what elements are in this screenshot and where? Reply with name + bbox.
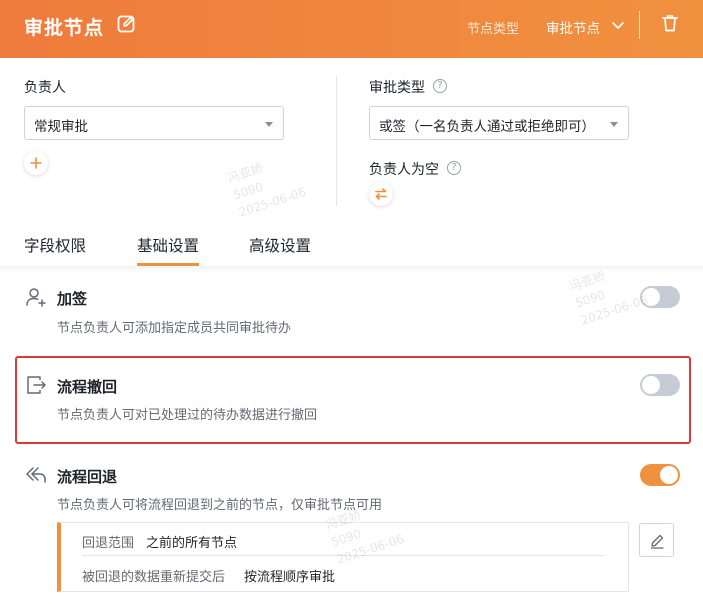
watermark: 冯亚娇 5090 2025-06-06: [225, 149, 308, 222]
empty-assignee-action-button[interactable]: [369, 182, 393, 206]
caret-down-icon: [610, 122, 618, 127]
node-type-dropdown[interactable]: 审批节点: [546, 17, 600, 37]
assignee-select-value: 常规审批: [34, 119, 88, 135]
toggle-knob: [660, 466, 678, 484]
setting-title-add-signer: 加签: [57, 290, 88, 308]
toggle-knob: [642, 288, 660, 306]
setting-title-rollback: 流程回退: [57, 468, 118, 486]
assignee-select[interactable]: 常规审批: [24, 106, 284, 140]
resubmit-label: 被回退的数据重新提交后: [82, 570, 226, 585]
watermark-name: 冯亚娇: [567, 268, 607, 294]
withdraw-icon: [27, 376, 46, 394]
watermark-id: 5090: [573, 287, 607, 311]
approval-type-label: 审批类型: [369, 80, 425, 96]
resubmit-value: 按流程顺序审批: [244, 570, 336, 585]
watermark-name: 冯亚娇: [225, 160, 265, 186]
toggle-knob: [642, 376, 660, 394]
tabs-divider: [0, 266, 703, 272]
highlight-box: [15, 356, 691, 444]
caret-down-icon: [265, 122, 273, 127]
question-icon[interactable]: ?: [433, 79, 447, 93]
approval-type-select[interactable]: 或签（一名负责人通过或拒绝即可）: [369, 106, 629, 140]
watermark-date: 2025-06-06: [237, 184, 308, 220]
node-title: 审批节点: [24, 17, 105, 39]
setting-desc-add-signer: 节点负责人可添加指定成员共同审批待办: [57, 321, 292, 336]
add-assignee-button[interactable]: [24, 151, 48, 175]
approval-type-select-value: 或签（一名负责人通过或拒绝即可）: [379, 119, 595, 135]
setting-title-withdraw: 流程撤回: [57, 378, 118, 396]
rollback-scope-value: 之前的所有节点: [146, 536, 238, 551]
question-icon[interactable]: ?: [447, 161, 461, 175]
empty-assignee-label: 负责人为空: [369, 162, 439, 178]
plus-icon: [30, 157, 42, 169]
setting-desc-rollback: 节点负责人可将流程回退到之前的节点，仅审批节点可用: [57, 498, 383, 513]
rollback-edit-button[interactable]: [639, 523, 674, 557]
add-user-icon: [26, 288, 46, 307]
setting-desc-withdraw: 节点负责人可对已处理过的待办数据进行撤回: [57, 408, 318, 423]
trash-icon[interactable]: [661, 13, 679, 33]
assignee-label: 负责人: [24, 80, 66, 96]
swap-icon: [375, 188, 387, 200]
pencil-icon: [650, 534, 664, 549]
rollback-scope-label: 回退范围: [82, 536, 135, 551]
header-divider: [639, 11, 640, 39]
panel-header: 审批节点 节点类型 审批节点: [0, 0, 703, 58]
tab-advanced-settings[interactable]: 高级设置: [249, 234, 311, 256]
rollback-toggle[interactable]: [640, 464, 680, 486]
chevron-down-icon[interactable]: [610, 17, 626, 33]
edit-icon[interactable]: [116, 14, 136, 34]
rollback-detail-divider: [82, 555, 604, 556]
rollback-icon: [26, 467, 46, 483]
add-signer-toggle[interactable]: [640, 286, 680, 308]
column-divider: [336, 76, 337, 206]
node-type-label: 节点类型: [467, 22, 520, 37]
withdraw-toggle[interactable]: [640, 374, 680, 396]
tab-field-permissions[interactable]: 字段权限: [24, 234, 86, 256]
tab-basic-settings[interactable]: 基础设置: [137, 234, 199, 256]
watermark-id: 5090: [231, 179, 265, 203]
